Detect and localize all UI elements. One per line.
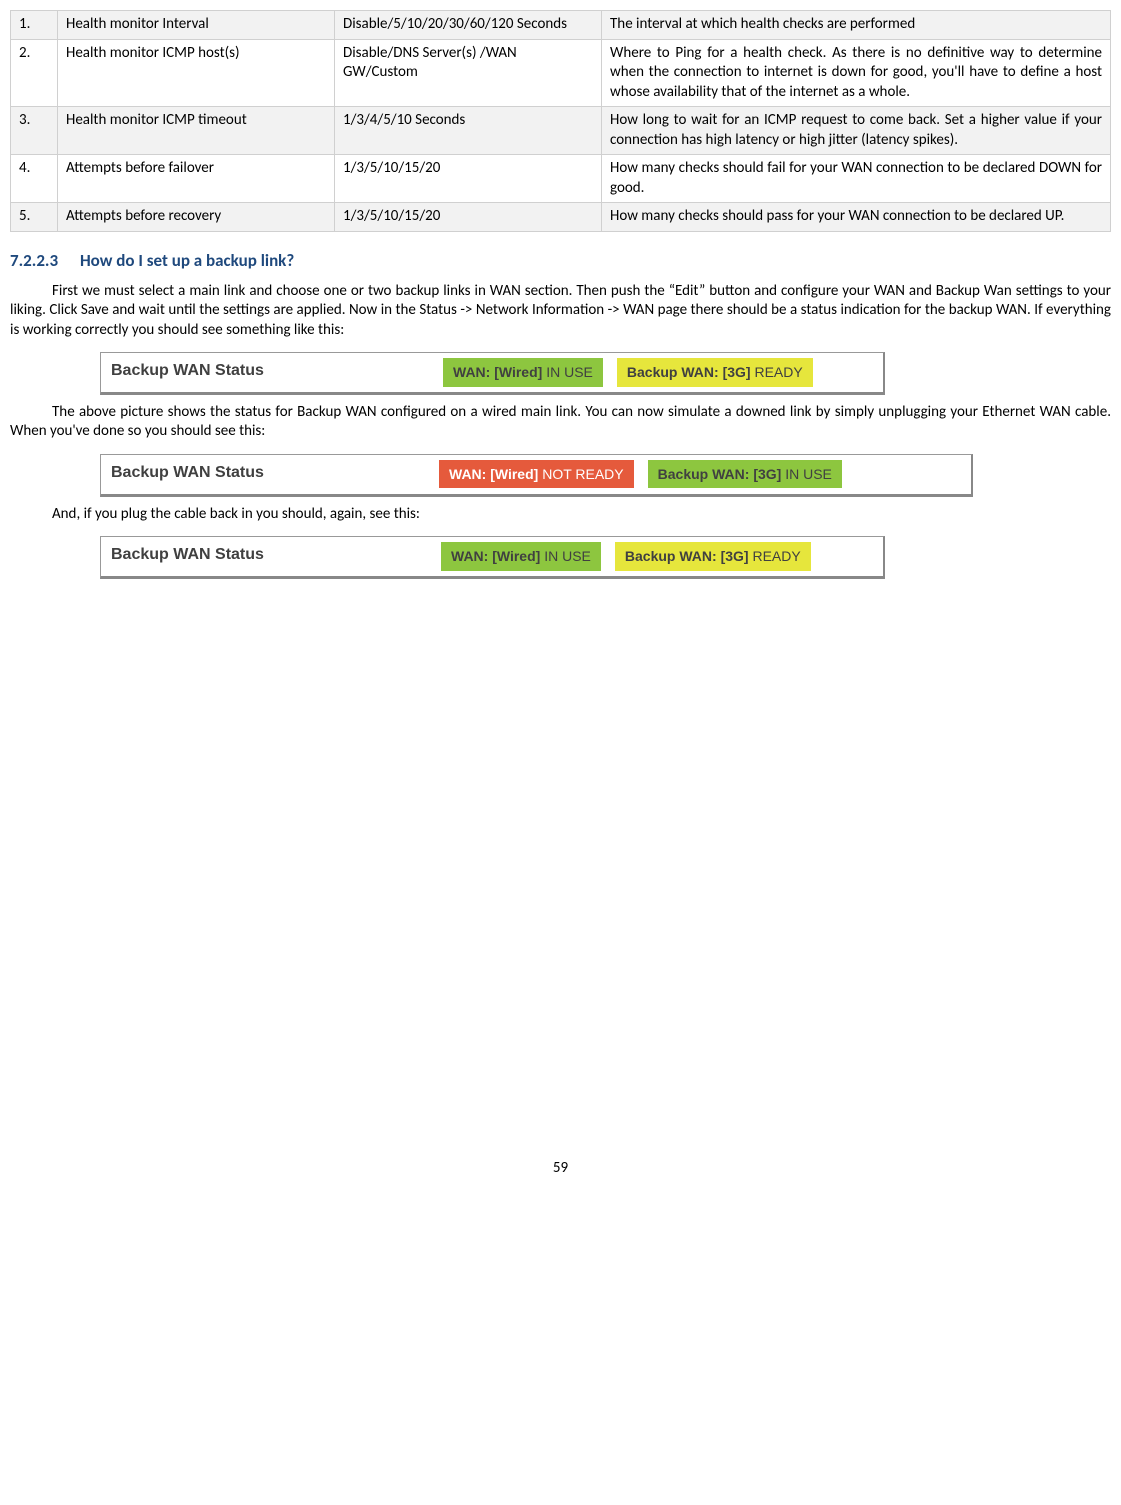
pill-state: IN USE [785, 466, 832, 482]
settings-table: 1. Health monitor Interval Disable/5/10/… [10, 10, 1111, 232]
pill-state: IN USE [546, 364, 593, 380]
row-name: Health monitor ICMP host(s) [58, 39, 335, 107]
wan-status-pill: WAN: [Wired] NOT READY [439, 460, 634, 488]
screenshot-3: Backup WAN Status WAN: [Wired] IN USE Ba… [100, 536, 1111, 579]
row-name: Attempts before recovery [58, 203, 335, 232]
row-options: Disable/DNS Server(s) /WAN GW/Custom [335, 39, 602, 107]
wan-status-pill: WAN: [Wired] IN USE [441, 542, 601, 570]
pill-state: READY [752, 548, 800, 564]
table-row: 2. Health monitor ICMP host(s) Disable/D… [11, 39, 1111, 107]
screenshot-1: Backup WAN Status WAN: [Wired] IN USE Ba… [100, 352, 1111, 395]
table-row: 5. Attempts before recovery 1/3/5/10/15/… [11, 203, 1111, 232]
pill-label: Backup WAN: [3G] [658, 466, 782, 482]
table-row: 3. Health monitor ICMP timeout 1/3/4/5/1… [11, 107, 1111, 155]
row-desc: Where to Ping for a health check. As the… [602, 39, 1111, 107]
section-heading: 7.2.2.3 How do I set up a backup link? [10, 250, 1111, 272]
row-name: Attempts before failover [58, 155, 335, 203]
paragraph: The above picture shows the status for B… [10, 403, 1111, 442]
heading-number: 7.2.2.3 [10, 250, 58, 271]
row-name: Health monitor ICMP timeout [58, 107, 335, 155]
row-options: 1/3/4/5/10 Seconds [335, 107, 602, 155]
backup-wan-status-pill: Backup WAN: [3G] READY [617, 358, 813, 386]
row-options: 1/3/5/10/15/20 [335, 203, 602, 232]
pill-state: IN USE [544, 548, 591, 564]
table-row: 4. Attempts before failover 1/3/5/10/15/… [11, 155, 1111, 203]
paragraph: And, if you plug the cable back in you s… [10, 505, 1111, 525]
row-name: Health monitor Interval [58, 11, 335, 40]
paragraph: First we must select a main link and cho… [10, 282, 1111, 341]
row-options: 1/3/5/10/15/20 [335, 155, 602, 203]
screenshot-title: Backup WAN Status [101, 537, 341, 576]
page-number: 59 [10, 1159, 1111, 1179]
pill-label: WAN: [Wired] [449, 466, 538, 482]
pill-state: NOT READY [542, 466, 623, 482]
wan-status-pill: WAN: [Wired] IN USE [443, 358, 603, 386]
screenshot-2: Backup WAN Status WAN: [Wired] NOT READY… [100, 454, 1111, 497]
row-desc: How many checks should fail for your WAN… [602, 155, 1111, 203]
row-desc: How long to wait for an ICMP request to … [602, 107, 1111, 155]
pill-label: Backup WAN: [3G] [627, 364, 751, 380]
table-row: 1. Health monitor Interval Disable/5/10/… [11, 11, 1111, 40]
screenshot-title: Backup WAN Status [101, 353, 341, 392]
row-number: 2. [11, 39, 58, 107]
heading-text: How do I set up a backup link? [80, 250, 294, 271]
row-number: 1. [11, 11, 58, 40]
backup-wan-status-pill: Backup WAN: [3G] READY [615, 542, 811, 570]
row-options: Disable/5/10/20/30/60/120 Seconds [335, 11, 602, 40]
row-desc: The interval at which health checks are … [602, 11, 1111, 40]
row-number: 4. [11, 155, 58, 203]
pill-label: Backup WAN: [3G] [625, 548, 749, 564]
row-number: 3. [11, 107, 58, 155]
pill-label: WAN: [Wired] [451, 548, 540, 564]
pill-label: WAN: [Wired] [453, 364, 542, 380]
row-desc: How many checks should pass for your WAN… [602, 203, 1111, 232]
row-number: 5. [11, 203, 58, 232]
backup-wan-status-pill: Backup WAN: [3G] IN USE [648, 460, 842, 488]
screenshot-title: Backup WAN Status [101, 455, 341, 494]
pill-state: READY [754, 364, 802, 380]
